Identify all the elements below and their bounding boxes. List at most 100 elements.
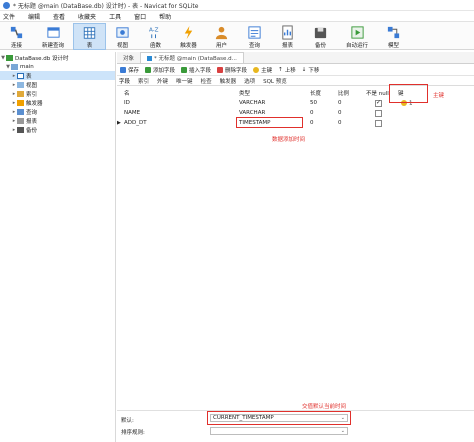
not-null-checkbox[interactable] (375, 99, 382, 107)
field-decimals-cell[interactable]: 0 (338, 100, 342, 106)
column-header-name[interactable]: 名 (124, 89, 130, 97)
new-query-icon (46, 27, 60, 38)
view-icon (116, 27, 129, 38)
chevron-down-icon[interactable]: ⌄ (341, 428, 345, 434)
table-icon (83, 27, 96, 39)
view-icon (17, 81, 24, 88)
tab-bar: 对象 * 无标题 @main (DataBase.d... (117, 52, 474, 64)
function-button[interactable]: A-Z 函数 (139, 23, 172, 50)
table-icon (147, 55, 153, 61)
collation-label: 排序规则: (121, 430, 145, 436)
field-properties-panel: 交值默认当前时间 默认: CURRENT_TIMESTAMP ⌄ 排序规则: ⌄ (117, 404, 474, 442)
tree-schema-main[interactable]: ▼ main (0, 62, 115, 71)
subtab-options[interactable]: 选项 (244, 77, 255, 85)
tree-item-triggers[interactable]: ▸ 触发器 (0, 98, 115, 107)
not-null-checkbox[interactable] (375, 110, 382, 117)
default-value-annotation: 交值默认当前时间 (302, 404, 347, 410)
auto-run-button[interactable]: 自动运行 (337, 23, 377, 50)
svg-text:A-Z: A-Z (149, 28, 159, 34)
database-icon (6, 54, 13, 61)
primary-key-highlight (389, 84, 428, 103)
trigger-icon (17, 99, 24, 106)
table-button[interactable]: 表 (73, 23, 106, 50)
menu-file[interactable]: 文件 (3, 12, 15, 21)
user-button[interactable]: 用户 (205, 23, 238, 50)
move-up-button[interactable]: ↑ 上移 (278, 66, 296, 74)
connect-icon (10, 26, 23, 39)
menu-tools[interactable]: 工具 (109, 12, 121, 21)
subtab-checks[interactable]: 检查 (201, 77, 212, 85)
tree-item-views[interactable]: ▸ 视图 (0, 80, 115, 89)
field-decimals-cell[interactable]: 0 (338, 110, 342, 116)
menu-favorites[interactable]: 收藏夹 (78, 12, 96, 21)
key-icon (253, 66, 260, 73)
menu-window[interactable]: 窗口 (134, 12, 146, 21)
report-button[interactable]: 报表 (271, 23, 304, 50)
tree-item-indexes[interactable]: ▸ 索引 (0, 89, 115, 98)
trigger-button[interactable]: 触发器 (172, 23, 205, 50)
tree-connection[interactable]: ▼ DataBase.db 设计时 (0, 53, 115, 62)
column-header-type[interactable]: 类型 (239, 89, 250, 97)
navigation-sidebar: ▼ DataBase.db 设计时 ▼ main ▸ 表 ▸ 视图 ▸ 索引 ▸… (0, 52, 116, 442)
column-header-not-null[interactable]: 不是 null (366, 89, 389, 97)
subtab-triggers[interactable]: 触发器 (220, 77, 237, 85)
tree-item-queries[interactable]: ▸ 查询 (0, 107, 115, 116)
field-name-cell[interactable]: NAME (124, 110, 140, 116)
app-icon (3, 1, 10, 9)
tab-table-designer[interactable]: * 无标题 @main (DataBase.d... (140, 52, 244, 63)
menu-view[interactable]: 查看 (53, 12, 65, 21)
primary-key-button[interactable]: 主键 (253, 66, 272, 74)
tree-item-backups[interactable]: ▸ 备份 (0, 125, 115, 134)
default-label: 默认: (121, 418, 134, 424)
column-header-decimals[interactable]: 比例 (338, 89, 349, 97)
subtab-sql-preview[interactable]: SQL 预览 (263, 77, 287, 85)
column-header-length[interactable]: 长度 (310, 89, 321, 97)
backup-icon (314, 27, 327, 39)
save-button[interactable]: 保存 (120, 66, 139, 74)
field-name-cell[interactable]: ADD_DT (124, 120, 147, 126)
field-length-cell[interactable]: 50 (310, 100, 317, 106)
model-icon (387, 26, 400, 39)
not-null-checkbox[interactable] (375, 120, 382, 127)
editor-area: 对象 * 无标题 @main (DataBase.d... 保存 添加字段 插入… (117, 52, 474, 442)
report-icon (282, 25, 293, 40)
insert-field-icon (181, 66, 188, 73)
design-toolbar: 保存 添加字段 插入字段 删除字段 主键 ↑ 上移 ↓ 下移 (117, 64, 474, 76)
field-length-cell[interactable]: 0 (310, 110, 314, 116)
new-query-button[interactable]: 新建查询 (33, 23, 73, 50)
menu-help[interactable]: 帮助 (159, 12, 171, 21)
query-icon (17, 108, 24, 115)
view-button[interactable]: 视图 (106, 23, 139, 50)
field-type-cell[interactable]: VARCHAR (239, 100, 265, 106)
move-down-button[interactable]: ↓ 下移 (302, 66, 320, 74)
row-pointer-icon: ▶ (117, 120, 121, 126)
menu-edit[interactable]: 编辑 (28, 12, 40, 21)
delete-field-button[interactable]: 删除字段 (217, 66, 247, 74)
subtab-unique-keys[interactable]: 唯一键 (176, 77, 193, 85)
timestamp-annotation: 数据添加时间 (272, 137, 306, 143)
model-button[interactable]: 模型 (377, 23, 410, 50)
trigger-icon (184, 25, 193, 40)
insert-field-button[interactable]: 插入字段 (181, 66, 211, 74)
subtab-fields[interactable]: 字段 (119, 77, 130, 85)
tree-item-reports[interactable]: ▸ 报表 (0, 116, 115, 125)
tree-item-tables[interactable]: ▸ 表 (0, 71, 115, 80)
collation-combobox[interactable]: ⌄ (210, 427, 348, 435)
backup-button[interactable]: 备份 (304, 23, 337, 50)
field-name-cell[interactable]: ID (124, 100, 130, 106)
window-title: * 无标题 @main (DataBase.db) 设计时) - 表 - Nav… (13, 2, 199, 10)
query-button[interactable]: 查询 (238, 23, 271, 50)
main-toolbar: 连接 新建查询 表 视图 A-Z 函数 触发器 用户 查询 报表 备份 自动运行 (0, 22, 474, 50)
field-decimals-cell[interactable]: 0 (338, 120, 342, 126)
arrow-up-icon: ↑ (278, 66, 283, 73)
tab-objects[interactable]: 对象 (117, 52, 140, 63)
field-type-cell[interactable]: VARCHAR (239, 110, 265, 116)
add-field-button[interactable]: 添加字段 (145, 66, 175, 74)
timestamp-highlight (236, 117, 303, 128)
field-length-cell[interactable]: 0 (310, 120, 314, 126)
function-icon: A-Z (149, 28, 159, 39)
schema-icon (11, 63, 18, 70)
subtab-indexes[interactable]: 索引 (138, 77, 149, 85)
subtab-foreign-keys[interactable]: 外键 (157, 77, 168, 85)
connect-button[interactable]: 连接 (0, 23, 33, 50)
